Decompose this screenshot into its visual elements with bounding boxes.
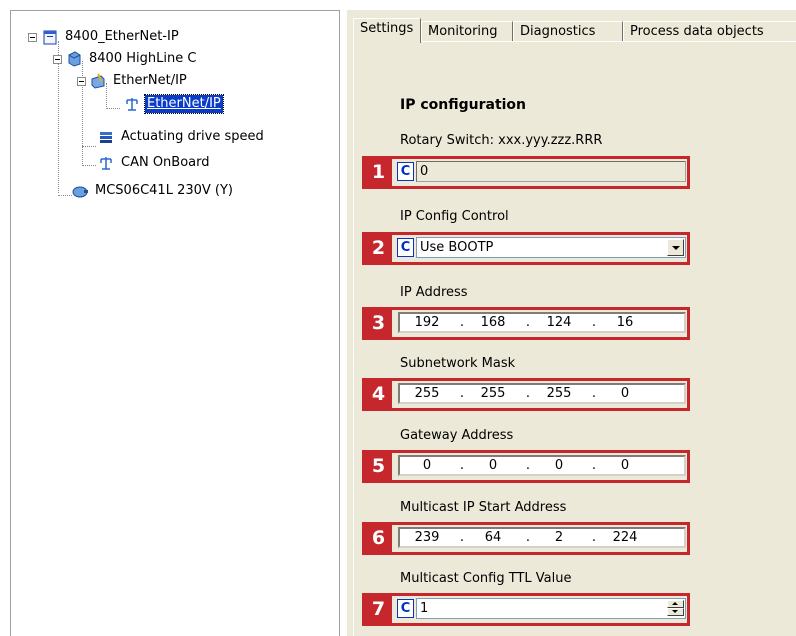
motor-icon [72,186,88,198]
octet-4[interactable]: 224 [606,529,644,546]
callout-number: 7 [365,596,392,623]
octet-separator: . [459,530,465,545]
octet-separator: . [525,315,531,330]
dropdown-arrow-icon[interactable] [667,239,684,256]
tree-item-label: EtherNet/IP [113,73,187,88]
tab-process-data-objects[interactable]: Process data objects [623,21,796,42]
callout-number: 2 [365,235,392,262]
tree-item-label: CAN OnBoard [121,155,210,170]
octet-2[interactable]: 255 [474,385,512,402]
tab-settings[interactable]: Settings [353,18,421,43]
ip-address-input[interactable]: 192 . 168 . 124 . 16 [398,312,686,333]
octet-separator: . [591,458,597,473]
octet-4[interactable]: 0 [606,457,644,474]
tree-item-label: EtherNet/IP [144,94,224,114]
callout-number: 1 [365,159,392,186]
callout-7: 7 C 1 [362,593,690,626]
tree-item-label: 8400_EtherNet-IP [65,29,179,44]
octet-3[interactable]: 255 [540,385,578,402]
octet-separator: . [525,530,531,545]
ip-config-control-select[interactable]: Use BOOTP [416,237,686,258]
callout-3: 3 192 . 168 . 124 . 16 [362,307,690,340]
tab-label: Settings [360,21,414,36]
code-button[interactable]: C [397,599,414,618]
tree-connector [82,146,96,147]
octet-3[interactable]: 124 [540,314,578,331]
ttl-value-spinner[interactable]: 1 [416,598,686,619]
settings-tab-content: IP configuration Rotary Switch: xxx.yyy.… [353,41,796,636]
octet-4[interactable]: 0 [606,385,644,402]
octet-separator: . [525,458,531,473]
octet-separator: . [591,386,597,401]
octet-1[interactable]: 239 [408,529,446,546]
octet-1[interactable]: 0 [408,457,446,474]
network-icon [126,98,138,111]
spinner-value: 1 [420,601,429,616]
application-icon [100,132,112,143]
section-title: IP configuration [400,97,527,113]
callout-number: 5 [365,453,392,480]
collapse-toggle[interactable] [77,77,86,86]
device-icon [68,51,81,67]
octet-2[interactable]: 168 [474,314,512,331]
tree-connector [58,195,72,196]
octet-separator: . [525,386,531,401]
tab-label: Process data objects [630,24,764,39]
code-button[interactable]: C [397,162,414,181]
field-label: Rotary Switch: xxx.yyy.zzz.RRR [400,133,603,148]
octet-separator: . [591,530,597,545]
subnet-mask-input[interactable]: 255 . 255 . 255 . 0 [398,383,686,404]
spin-down-icon[interactable] [667,608,684,616]
network-icon [100,157,112,170]
gateway-address-input[interactable]: 0 . 0 . 0 . 0 [398,455,686,476]
tree-item-label: 8400 HighLine C [89,51,197,66]
field-label: Multicast Config TTL Value [400,571,572,586]
octet-4[interactable]: 16 [606,314,644,331]
octet-3[interactable]: 0 [540,457,578,474]
field-label: IP Address [400,285,468,300]
multicast-ip-start-address-input[interactable]: 239 . 64 . 2 . 224 [398,527,686,548]
tree-connector [106,108,120,109]
octet-2[interactable]: 64 [474,529,512,546]
tab-label: Diagnostics [520,24,596,39]
device-tree[interactable]: 8400_EtherNet-IP 8400 HighLine C EtherNe… [10,10,340,636]
callout-number: 3 [365,310,392,337]
properties-panel: Settings Monitoring Diagnostics Process … [347,10,796,636]
collapse-toggle[interactable] [53,55,62,64]
callout-1: 1 C 0 [362,156,690,189]
code-button[interactable]: C [397,238,414,257]
field-label: Gateway Address [400,428,514,443]
rotary-switch-field: 0 [416,161,686,182]
octet-1[interactable]: 192 [408,314,446,331]
field-label: IP Config Control [400,209,509,224]
callout-6: 6 239 . 64 . 2 . 224 [362,522,690,555]
field-label: Multicast IP Start Address [400,500,567,515]
octet-1[interactable]: 255 [408,385,446,402]
octet-separator: . [459,458,465,473]
tree-item-label: MCS06C41L 230V (Y) [95,183,234,198]
tab-diagnostics[interactable]: Diagnostics [513,21,623,42]
project-icon [43,30,57,45]
select-value: Use BOOTP [420,240,494,255]
module-icon [91,73,105,89]
tree-connector [82,165,96,166]
callout-4: 4 255 . 255 . 255 . 0 [362,378,690,411]
callout-2: 2 C Use BOOTP [362,232,690,265]
tree-item-label: Actuating drive speed [121,129,264,144]
field-label: Subnetwork Mask [400,356,516,371]
tab-label: Monitoring [428,24,498,39]
callout-5: 5 0 . 0 . 0 . 0 [362,450,690,483]
octet-separator: . [459,386,465,401]
spin-up-icon[interactable] [667,600,684,608]
octet-2[interactable]: 0 [474,457,512,474]
octet-separator: . [459,315,465,330]
tab-monitoring[interactable]: Monitoring [421,21,513,42]
callout-number: 4 [365,381,392,408]
collapse-toggle[interactable] [28,33,37,42]
octet-separator: . [591,315,597,330]
octet-3[interactable]: 2 [540,529,578,546]
callout-number: 6 [365,525,392,552]
